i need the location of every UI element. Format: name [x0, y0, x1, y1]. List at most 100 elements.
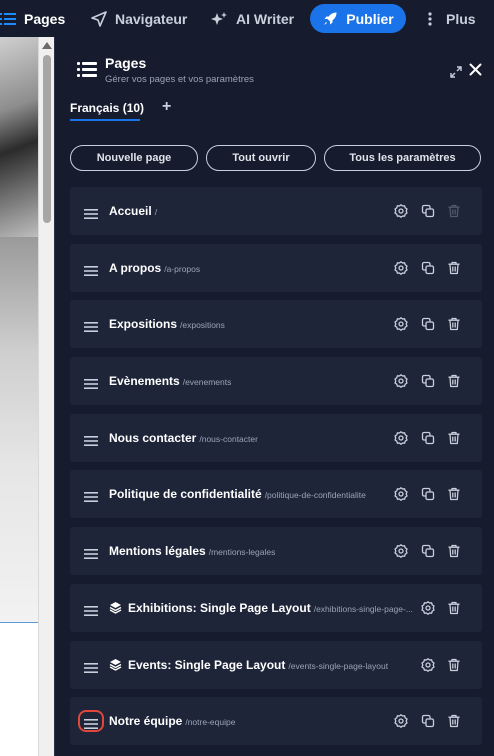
- page-title[interactable]: Politique de confidentialité/politique-d…: [109, 487, 366, 501]
- duplicate-copy-icon[interactable]: [421, 261, 435, 275]
- drag-handle-icon[interactable]: [84, 489, 98, 503]
- page-title[interactable]: A propos/a-propos: [109, 261, 200, 275]
- page-name: Notre équipe: [109, 714, 183, 729]
- pages-list-icon: [77, 62, 97, 82]
- new-page-button[interactable]: Nouvelle page: [70, 145, 198, 171]
- duplicate-copy-icon[interactable]: [421, 374, 435, 388]
- page-settings-gear-icon[interactable]: [394, 204, 408, 218]
- duplicate-copy-icon[interactable]: [421, 544, 435, 558]
- page-slug: /notre-equipe: [185, 717, 236, 728]
- duplicate-copy-icon[interactable]: [421, 714, 435, 728]
- delete-trash-icon[interactable]: [447, 544, 461, 558]
- page-name: Politique de confidentialité: [109, 487, 262, 502]
- page-name: Nous contacter: [109, 430, 197, 445]
- page-row[interactable]: Exhibitions: Single Page Layout/exhibiti…: [70, 583, 482, 632]
- page-row[interactable]: Accueil /: [70, 187, 482, 235]
- duplicate-copy-icon[interactable]: [421, 431, 435, 445]
- close-icon[interactable]: [469, 63, 482, 81]
- delete-trash-icon[interactable]: [447, 374, 461, 388]
- preview-divider: [0, 622, 38, 623]
- open-all-button[interactable]: Tout ouvrir: [206, 145, 316, 171]
- delete-trash-icon[interactable]: [447, 317, 461, 331]
- duplicate-copy-icon[interactable]: [421, 204, 435, 218]
- page-settings-gear-icon[interactable]: [394, 317, 408, 332]
- page-row[interactable]: Mentions légales/mentions-legales: [70, 527, 482, 576]
- page-slug: /mentions-legales: [208, 547, 276, 558]
- page-name: Expositions: [109, 317, 178, 332]
- page-settings-gear-icon[interactable]: [421, 600, 435, 615]
- preview-scrollbar[interactable]: [38, 37, 54, 756]
- page-settings-gear-icon[interactable]: [394, 374, 408, 388]
- page-title[interactable]: Nous contacter/nous-contacter: [109, 431, 258, 445]
- drag-handle-icon[interactable]: [84, 603, 98, 616]
- delete-trash-icon[interactable]: [447, 714, 461, 728]
- sparkle-icon: [210, 11, 228, 27]
- delete-trash-icon[interactable]: [447, 487, 461, 501]
- page-title[interactable]: Mentions légales/mentions-legales: [109, 544, 275, 558]
- page-title[interactable]: Events: Single Page Layout/events-single…: [128, 658, 388, 672]
- navigation-arrow-icon: [91, 10, 107, 27]
- list-icon: [0, 12, 16, 25]
- page-row[interactable]: Politique de confidentialité/politique-d…: [70, 470, 482, 519]
- delete-trash-icon[interactable]: [447, 431, 461, 445]
- duplicate-copy-icon[interactable]: [421, 317, 435, 331]
- drag-handle-icon[interactable]: [78, 710, 104, 733]
- publish-button-label: Publier: [346, 10, 394, 27]
- pages-tab-label: Pages: [24, 10, 66, 27]
- navigator-tab[interactable]: Navigateur: [91, 0, 187, 37]
- page-row[interactable]: Events: Single Page Layout/events-single…: [70, 640, 482, 689]
- ai-writer-tab[interactable]: AI Writer: [210, 0, 294, 37]
- delete-trash-icon[interactable]: [447, 601, 461, 615]
- page-name: Mentions légales: [109, 544, 206, 559]
- navigator-tab-label: Navigateur: [115, 10, 188, 27]
- drag-handle-icon[interactable]: [84, 263, 98, 276]
- scroll-up-icon[interactable]: [42, 42, 52, 49]
- preview-image: [0, 37, 38, 237]
- language-tab-french[interactable]: Français (10): [70, 101, 144, 115]
- page-name: Events: Single Page Layout: [128, 657, 286, 672]
- drag-handle-icon[interactable]: [84, 206, 98, 219]
- collection-layers-icon: [109, 658, 122, 676]
- page-title[interactable]: Exhibitions: Single Page Layout/exhibiti…: [128, 601, 413, 615]
- page-row[interactable]: A propos/a-propos: [70, 243, 482, 292]
- all-settings-button[interactable]: Tous les paramètres: [324, 145, 481, 171]
- pages-tab[interactable]: Pages: [0, 0, 65, 37]
- page-row[interactable]: Evènements/evenements: [70, 357, 482, 406]
- publish-button[interactable]: Publier: [310, 4, 406, 33]
- rocket-icon: [322, 11, 338, 27]
- drag-handle-icon[interactable]: [84, 433, 98, 446]
- page-settings-gear-icon[interactable]: [394, 487, 408, 502]
- page-settings-gear-icon[interactable]: [394, 544, 408, 558]
- drag-handle-icon[interactable]: [84, 376, 98, 390]
- drag-handle-icon[interactable]: [84, 660, 98, 673]
- page-settings-gear-icon[interactable]: [394, 714, 408, 729]
- expand-icon[interactable]: [450, 65, 462, 83]
- page-settings-gear-icon[interactable]: [421, 657, 435, 672]
- collection-layers-icon: [109, 601, 122, 619]
- site-preview-canvas[interactable]: [0, 37, 38, 756]
- add-language-button[interactable]: +: [162, 98, 171, 116]
- delete-trash-icon[interactable]: [447, 261, 461, 275]
- duplicate-copy-icon[interactable]: [421, 487, 435, 501]
- page-row[interactable]: Notre équipe/notre-equipe: [70, 697, 482, 746]
- drag-handle-icon[interactable]: [84, 319, 98, 333]
- page-title[interactable]: Expositions/expositions: [109, 317, 225, 331]
- drag-handle-icon[interactable]: [84, 546, 98, 560]
- page-title[interactable]: Evènements/evenements: [109, 374, 231, 388]
- scrollbar-thumb[interactable]: [43, 55, 51, 223]
- page-slug: /expositions: [180, 320, 225, 331]
- delete-trash-icon: [447, 204, 461, 218]
- page-row[interactable]: Nous contacter/nous-contacter: [70, 413, 482, 462]
- page-row[interactable]: Expositions/expositions: [70, 300, 482, 349]
- page-title[interactable]: Notre équipe/notre-equipe: [109, 714, 235, 728]
- panel-subtitle: Gérer vos pages et vos paramètres: [105, 74, 254, 85]
- delete-trash-icon[interactable]: [447, 658, 461, 672]
- page-title[interactable]: Accueil /: [109, 204, 157, 218]
- page-slug: /: [154, 207, 158, 217]
- vertical-dots-icon: [428, 11, 432, 26]
- page-settings-gear-icon[interactable]: [394, 430, 408, 445]
- page-slug: /nous-contacter: [199, 433, 258, 444]
- page-slug: /politique-de-confidentialite: [264, 490, 366, 501]
- page-settings-gear-icon[interactable]: [394, 260, 408, 275]
- more-menu[interactable]: Plus: [428, 0, 476, 37]
